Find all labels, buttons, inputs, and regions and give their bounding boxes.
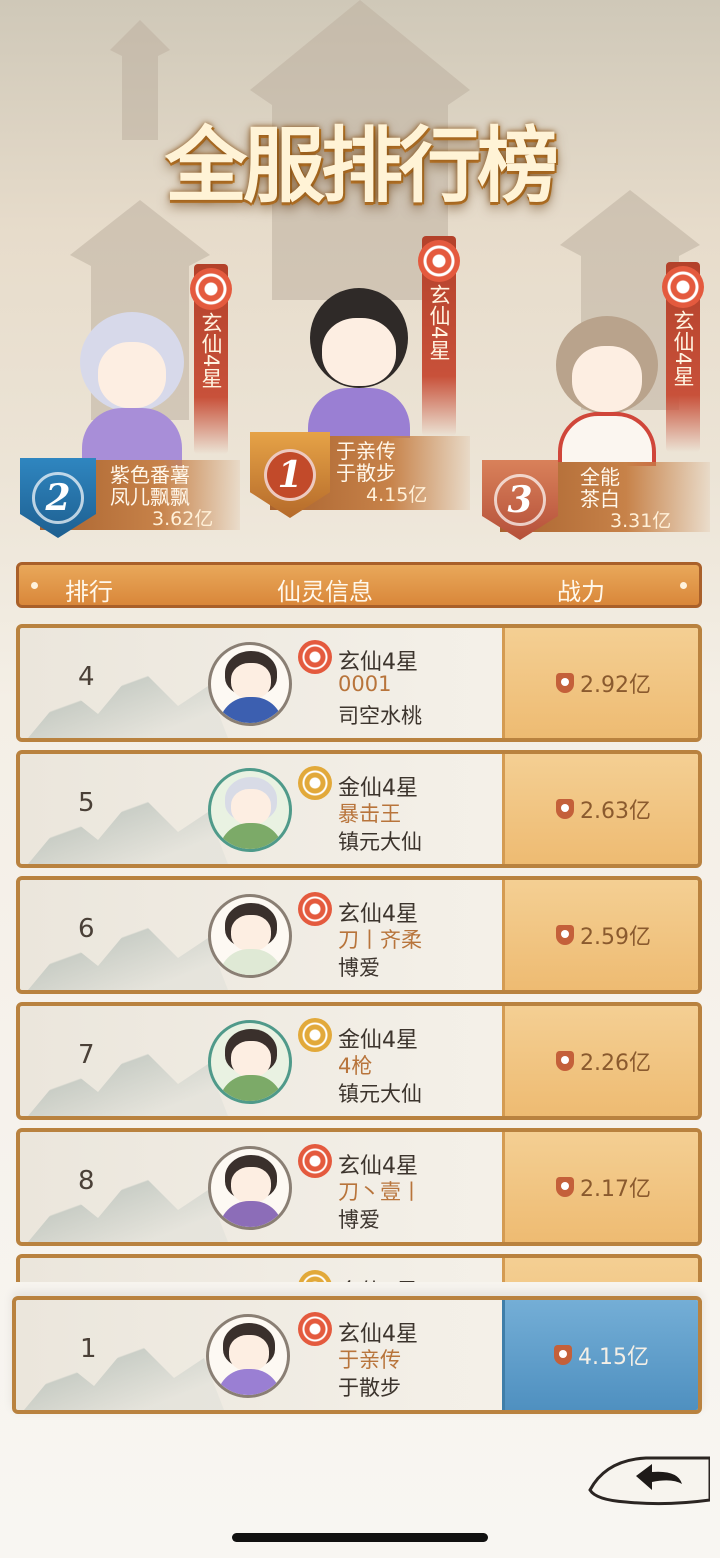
realm-medal-icon: [662, 266, 704, 308]
guild-name: 于亲传: [338, 1348, 401, 1372]
home-indicator[interactable]: [232, 1533, 488, 1542]
rank-number: 1: [80, 1334, 97, 1364]
power-cell: 2.92亿: [502, 628, 698, 738]
avatar: [208, 1146, 292, 1230]
table-row[interactable]: 7 金仙4星 4枪 镇元大仙 2.26亿: [16, 1002, 702, 1120]
jin-realm-badge-icon: [298, 766, 332, 800]
guild-name: 暴击王: [338, 802, 401, 826]
avatar: [208, 1020, 292, 1104]
power-cell: 4.15亿: [502, 1300, 698, 1410]
rank-number: 4: [78, 662, 95, 692]
jin-realm-badge-icon: [298, 1018, 332, 1052]
table-row[interactable]: 金仙4星: [16, 1254, 702, 1282]
power-cell: [502, 1258, 698, 1282]
table-row[interactable]: 5 金仙4星 暴击王 镇元大仙 2.63亿: [16, 750, 702, 868]
power-value: 3.31亿: [610, 510, 672, 532]
xuan-realm-badge-icon: [298, 892, 332, 926]
avatar: [208, 894, 292, 978]
power-icon: [556, 673, 574, 693]
back-button[interactable]: [586, 1440, 712, 1514]
realm-banner: 玄仙4星: [418, 236, 460, 436]
avatar: [208, 642, 292, 726]
player-name: 于散步: [338, 1376, 401, 1400]
leaderboard-title: 全服排行榜: [164, 117, 559, 214]
back-arrow-icon: [588, 1456, 712, 1506]
power-cell: 2.63亿: [502, 754, 698, 864]
avatar: [206, 1314, 290, 1398]
power-icon: [556, 1177, 574, 1197]
leaderboard-header: 排行 仙灵信息 战力: [16, 562, 702, 608]
guild-name: 刀丶壹丨: [338, 1180, 422, 1204]
player-name: 司空水桃: [338, 704, 422, 728]
rank-number: 6: [78, 914, 95, 944]
power-icon: [556, 925, 574, 945]
power-icon: [556, 1051, 574, 1071]
realm-medal-icon: [190, 268, 232, 310]
table-row[interactable]: 4 玄仙4星 0001 司空水桃 2.92亿: [16, 624, 702, 742]
jin-realm-badge-icon: [298, 1270, 332, 1282]
avatar: [208, 768, 292, 852]
power-value: 3.62亿: [152, 508, 214, 530]
avatar: [296, 288, 422, 438]
guild-name: 4枪: [338, 1054, 373, 1078]
table-row[interactable]: 6 玄仙4星 刀丨齐柔 博爱 2.59亿: [16, 876, 702, 994]
realm-banner: 玄仙4星: [190, 264, 232, 454]
avatar: [72, 312, 192, 468]
player-name: 博爱: [338, 956, 380, 980]
realm-banner: 玄仙4星: [662, 262, 704, 452]
column-info: 仙灵信息: [277, 578, 373, 606]
player-name: 镇元大仙: [338, 830, 422, 854]
power-cell: 2.26亿: [502, 1006, 698, 1116]
realm-tier: 金仙4星: [338, 1274, 418, 1282]
player-name: 镇元大仙: [338, 1082, 422, 1106]
rank-number: 7: [78, 1040, 95, 1070]
realm-medal-icon: [418, 240, 460, 282]
power-icon: [554, 1345, 572, 1365]
rank-number: 5: [78, 788, 95, 818]
avatar: [548, 316, 666, 466]
power-cell: 2.17亿: [502, 1132, 698, 1242]
xuan-realm-badge-icon: [298, 640, 332, 674]
power-icon: [556, 799, 574, 819]
list-clip: 金仙4星: [0, 1252, 720, 1282]
column-power: 战力: [557, 578, 605, 606]
xuan-realm-badge-icon: [298, 1312, 332, 1346]
power-value: 4.15亿: [366, 484, 428, 506]
power-cell: 2.59亿: [502, 880, 698, 990]
guild-name: 刀丨齐柔: [338, 928, 422, 952]
table-row[interactable]: 8 玄仙4星 刀丶壹丨 博爱 2.17亿: [16, 1128, 702, 1246]
my-rank-row[interactable]: 1 玄仙4星 于亲传 于散步 4.15亿: [12, 1296, 702, 1414]
column-rank: 排行: [65, 578, 113, 606]
guild-name: 0001: [338, 672, 392, 696]
player-name: 博爱: [338, 1208, 380, 1232]
xuan-realm-badge-icon: [298, 1144, 332, 1178]
rank-number: 8: [78, 1166, 95, 1196]
